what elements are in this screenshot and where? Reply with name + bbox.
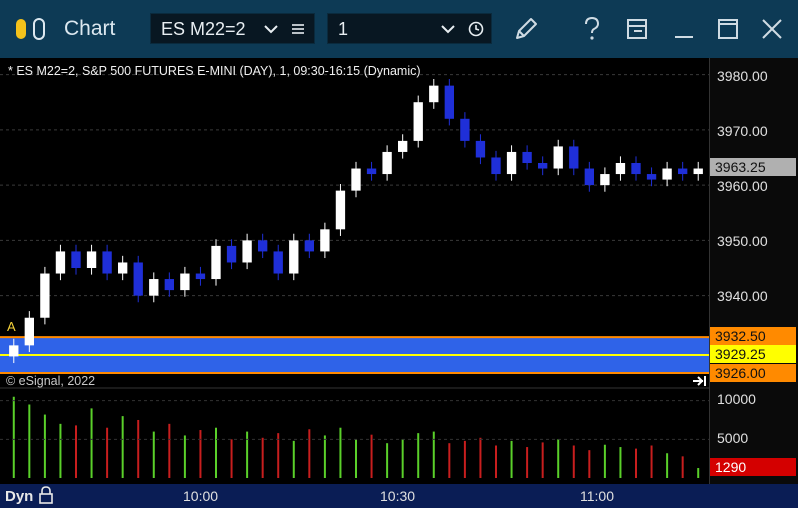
chevron-down-icon[interactable] <box>264 23 278 35</box>
interval-value: 1 <box>338 19 349 39</box>
chevron-down-icon[interactable] <box>441 23 455 35</box>
candle <box>195 266 206 286</box>
candle <box>475 134 486 165</box>
price-axis[interactable] <box>709 58 798 484</box>
time-label: 10:00 <box>183 488 219 504</box>
candle <box>460 112 470 148</box>
candle <box>366 161 377 181</box>
candles <box>9 79 703 364</box>
price-label: 3960.00 <box>717 178 768 194</box>
pencil-icon[interactable] <box>510 14 542 44</box>
candle <box>615 156 626 181</box>
symbol-selector[interactable]: ES M22=2 <box>150 13 315 44</box>
candle <box>320 222 330 259</box>
price-label: 3940.00 <box>717 288 768 304</box>
candle <box>71 244 81 275</box>
candle <box>382 145 392 181</box>
clock-icon[interactable] <box>468 21 484 37</box>
help-icon[interactable] <box>578 14 606 44</box>
zone-top-label: 3932.50 <box>710 327 796 345</box>
candle <box>149 272 159 303</box>
candle <box>413 95 423 148</box>
candle <box>662 161 672 187</box>
volume-label: 10000 <box>717 391 756 407</box>
time-label: 11:00 <box>580 488 614 504</box>
candle <box>444 79 454 126</box>
dyn-text: Dyn <box>5 488 34 505</box>
interval-selector[interactable]: 1 <box>327 13 492 44</box>
candle <box>553 139 563 176</box>
candle <box>289 233 299 281</box>
time-label: 10:30 <box>380 488 416 504</box>
menu-icon[interactable] <box>291 22 305 36</box>
candle <box>118 255 128 281</box>
price-label: 3970.00 <box>717 123 768 139</box>
candle <box>491 150 501 181</box>
candle <box>351 161 361 198</box>
candle <box>693 161 703 181</box>
candle <box>40 266 50 325</box>
candle <box>678 161 688 181</box>
app-toggle-icon[interactable] <box>14 14 50 44</box>
minimize-icon[interactable] <box>670 14 698 44</box>
volume-bars <box>12 396 700 478</box>
zone-bottom-label: 3926.00 <box>710 364 796 382</box>
candle <box>180 266 190 297</box>
marker-a: A <box>7 319 16 334</box>
lock-icon[interactable] <box>38 486 54 504</box>
collapse-pane-icon[interactable] <box>693 376 706 386</box>
last-price-label: 3963.25 <box>710 158 796 176</box>
dyn-label[interactable]: Dyn <box>5 486 54 505</box>
candle <box>522 145 532 170</box>
candle <box>569 139 579 176</box>
chart-info: * ES M22=2, S&P 500 FUTURES E-MINI (DAY)… <box>8 64 421 78</box>
candle <box>242 233 252 270</box>
copyright: © eSignal, 2022 <box>6 374 96 388</box>
candle <box>429 79 439 109</box>
price-label: 3950.00 <box>717 233 768 249</box>
candle <box>304 233 314 259</box>
candle <box>646 167 657 187</box>
candle <box>506 145 517 181</box>
title-bar: Chart ES M22=2 1 <box>0 0 798 58</box>
candle <box>102 244 112 281</box>
chart-plot[interactable]: A <box>0 58 709 484</box>
price-label: 3980.00 <box>717 68 768 84</box>
candle <box>55 244 66 281</box>
candle <box>86 244 97 275</box>
maximize-icon[interactable] <box>714 14 742 44</box>
candle <box>538 156 548 176</box>
candle <box>258 233 268 259</box>
candle <box>211 239 221 286</box>
candle <box>398 134 408 159</box>
candle <box>133 255 143 303</box>
last-volume-label: 1290 <box>710 458 796 476</box>
symbol-value: ES M22=2 <box>161 19 246 39</box>
candle <box>584 161 594 192</box>
candle <box>273 244 283 281</box>
zone-mid-label: 3929.25 <box>710 345 796 363</box>
app-title: Chart <box>64 17 116 40</box>
panel-icon[interactable] <box>622 14 652 44</box>
candle <box>226 239 237 270</box>
volume-label: 5000 <box>717 430 749 446</box>
close-icon[interactable] <box>758 14 786 44</box>
candle <box>631 156 641 181</box>
candle <box>600 167 610 192</box>
candle <box>164 272 174 297</box>
candle <box>335 184 346 236</box>
